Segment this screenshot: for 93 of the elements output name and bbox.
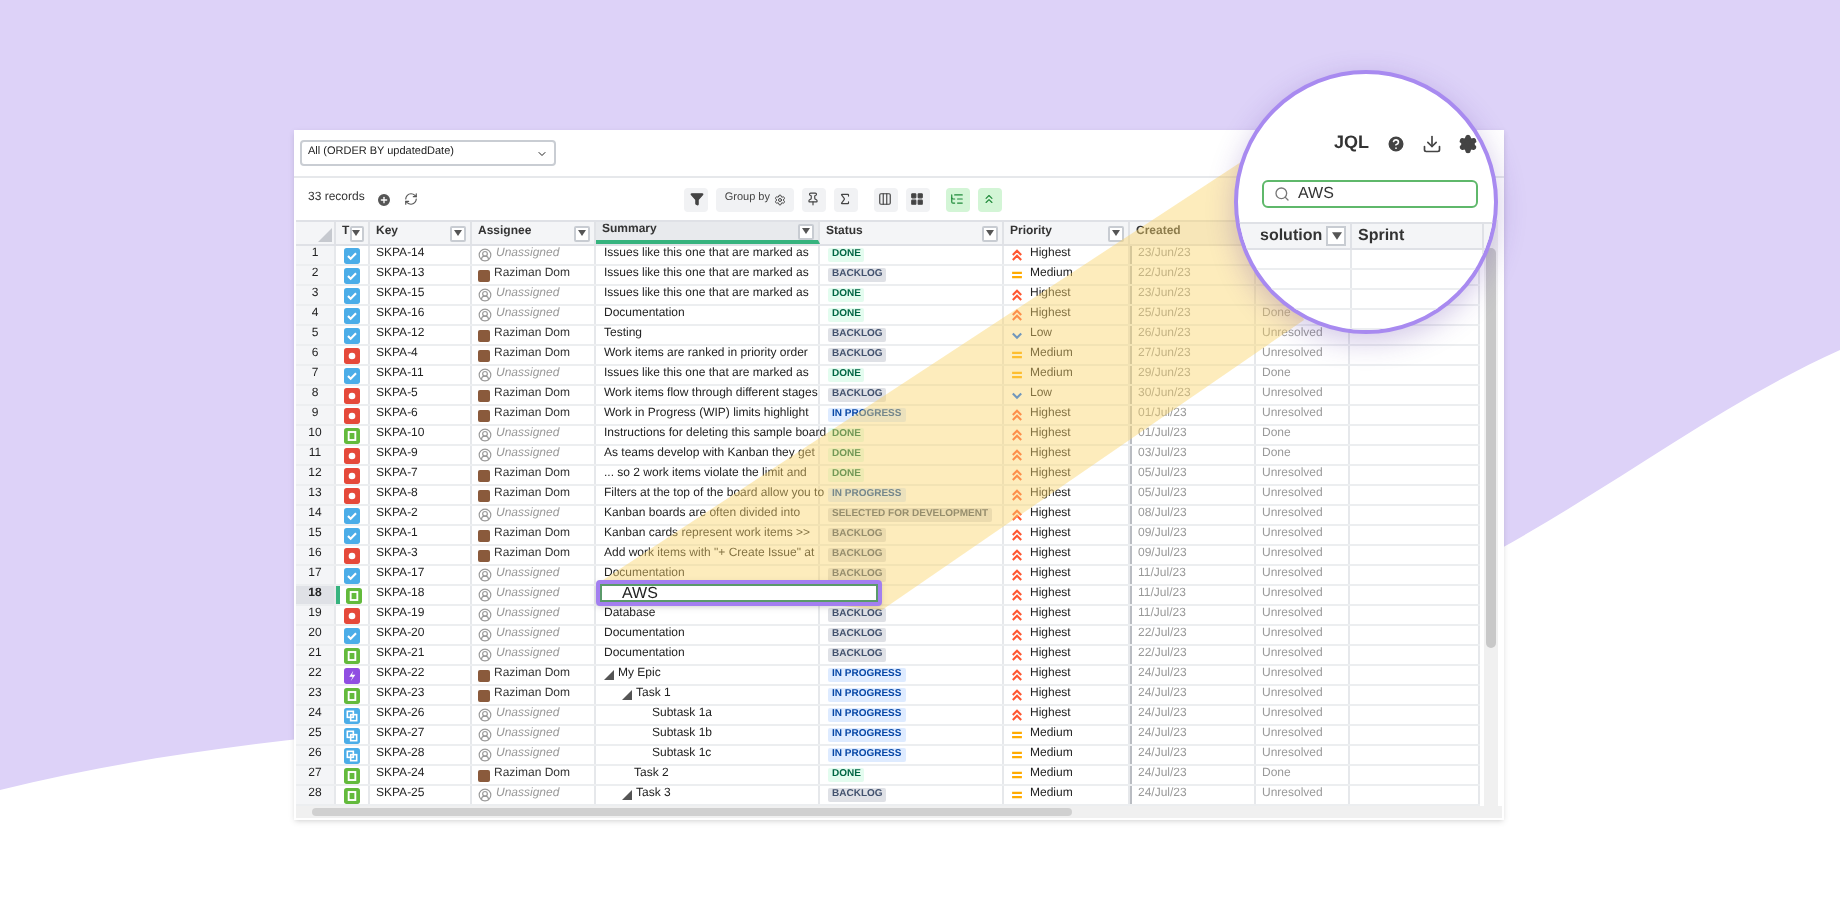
highest-priority-icon [1010,508,1024,522]
column-menu-button[interactable] [1108,225,1124,241]
caret-icon [536,147,548,159]
settings-icon[interactable] [1457,133,1478,154]
column-menu-button[interactable] [1326,225,1346,245]
jql-button[interactable]: JQL [1334,130,1370,157]
medium-priority-icon [1010,368,1024,382]
sigma-icon [838,192,853,206]
download-icon[interactable] [1421,133,1442,154]
user-icon [478,588,492,602]
hierarchy-icon [950,192,965,206]
highest-priority-icon [1010,408,1024,422]
user-icon [478,628,492,642]
highest-priority-icon [1010,248,1024,262]
highest-priority-icon [1010,428,1024,442]
grid-button[interactable] [905,187,930,211]
highest-priority-icon [1010,448,1024,462]
low-priority-icon [1010,388,1024,402]
horizontal-scrollbar[interactable] [296,806,1502,818]
medium-priority-icon [1010,268,1024,282]
highest-priority-icon [1010,548,1024,562]
highest-priority-icon [1010,588,1024,602]
avatar [478,769,490,781]
column-menu-button[interactable] [450,225,466,241]
user-icon [478,568,492,582]
tree-toggle-icon[interactable] [622,690,632,700]
columns-icon [878,192,893,206]
summary-editor[interactable]: AWS [596,580,882,606]
highest-priority-icon [1010,648,1024,662]
collapse-all-button[interactable] [977,187,1002,211]
sum-button[interactable] [833,187,858,211]
medium-priority-icon [1010,788,1024,802]
corner-triangle-icon [318,228,332,242]
medium-priority-icon [1010,348,1024,362]
tree-toggle-icon[interactable] [604,670,614,680]
user-icon [478,288,492,302]
refresh-icon[interactable] [404,192,419,206]
user-icon [478,308,492,322]
medium-priority-icon [1010,748,1024,762]
user-icon [478,368,492,382]
column-menu-button[interactable] [574,225,590,241]
user-icon [478,508,492,522]
vertical-scrollbar[interactable] [1484,220,1498,806]
highest-priority-icon [1010,468,1024,482]
user-icon [478,608,492,622]
caret-icon [802,228,810,234]
chevrons-up-icon [982,192,997,206]
highest-priority-icon [1010,308,1024,322]
user-icon [478,708,492,722]
caret-icon [1112,230,1120,236]
highest-priority-icon [1010,628,1024,642]
highest-priority-icon [1010,708,1024,722]
column-header[interactable]: Sprint [1352,223,1484,247]
caret-icon [454,230,462,236]
column-header[interactable]: solution [1238,223,1352,247]
search-field[interactable]: AWS [1262,179,1478,207]
user-icon [478,648,492,662]
highest-priority-icon [1010,528,1024,542]
gear-icon [773,193,786,205]
user-icon [478,788,492,802]
medium-priority-icon [1010,728,1024,742]
add-icon[interactable] [376,191,393,207]
column-menu-button[interactable] [349,225,364,241]
low-priority-icon [1010,328,1024,342]
grid-icon [910,192,925,206]
filter-icon [689,192,704,206]
filter-button[interactable] [684,187,709,211]
caret-icon [1331,231,1341,239]
hierarchy-button[interactable] [945,187,970,211]
columns-button[interactable] [873,187,898,211]
search-icon [1274,185,1290,201]
pin-icon [806,192,821,206]
user-icon [478,728,492,742]
help-icon[interactable] [1385,133,1406,154]
caret-icon [352,230,361,236]
pin-button[interactable] [801,187,826,211]
tree-toggle-icon[interactable] [622,790,632,800]
highest-priority-icon [1010,688,1024,702]
highest-priority-icon [1010,568,1024,582]
user-icon [478,248,492,262]
column-menu-button[interactable] [982,225,998,241]
medium-priority-icon [1010,768,1024,782]
avatar [478,269,490,281]
user-icon [478,748,492,762]
user-icon [478,428,492,442]
caret-icon [578,230,586,236]
highest-priority-icon [1010,288,1024,302]
column-menu-button[interactable] [798,223,814,239]
caret-icon [986,230,994,236]
highest-priority-icon [1010,608,1024,622]
user-icon [478,448,492,462]
highest-priority-icon [1010,668,1024,682]
highest-priority-icon [1010,488,1024,502]
